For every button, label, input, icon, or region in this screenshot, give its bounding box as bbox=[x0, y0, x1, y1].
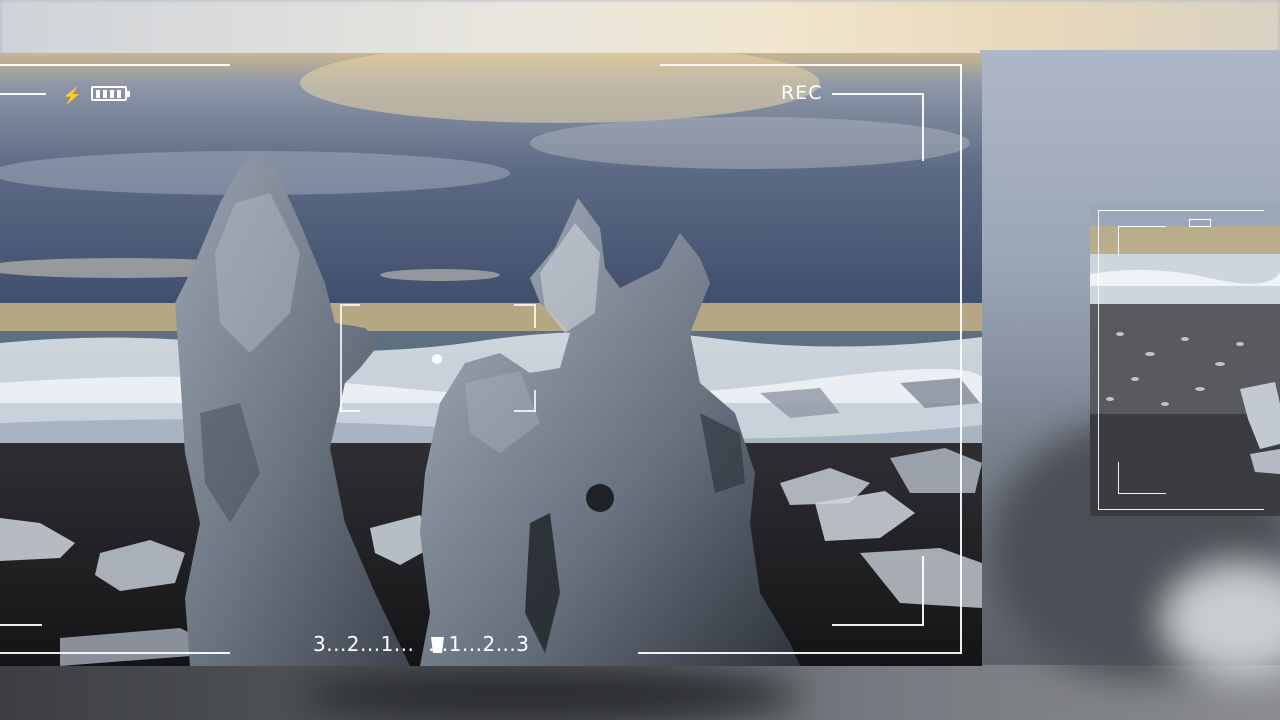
blur-shape bbox=[300, 665, 800, 720]
focus-point bbox=[432, 354, 442, 364]
corner-bracket bbox=[922, 93, 924, 161]
viewfinder-line bbox=[0, 652, 230, 654]
viewfinder-line bbox=[638, 652, 962, 654]
focus-frame bbox=[534, 304, 536, 328]
corner-bracket bbox=[1118, 226, 1119, 256]
viewfinder-line bbox=[1098, 509, 1264, 510]
rec-label: REC bbox=[781, 82, 823, 104]
shutter-icon bbox=[431, 637, 444, 653]
lightning-bolt-icon: ⚡ bbox=[62, 88, 82, 105]
main-photo-frame bbox=[0, 53, 982, 666]
ice-beach-photo bbox=[0, 53, 982, 666]
focus-frame bbox=[534, 390, 536, 412]
viewfinder-line bbox=[0, 93, 46, 95]
battery-icon bbox=[91, 86, 130, 101]
viewfinder-line bbox=[960, 64, 962, 654]
focus-frame bbox=[340, 410, 360, 412]
corner-bracket bbox=[922, 556, 924, 626]
battery-icon bbox=[1189, 219, 1211, 227]
corner-bracket bbox=[1118, 493, 1166, 494]
focus-frame bbox=[514, 304, 536, 306]
viewfinder-line bbox=[0, 624, 42, 626]
viewfinder-line bbox=[1098, 210, 1264, 211]
corner-bracket bbox=[1118, 462, 1119, 494]
viewfinder-line bbox=[0, 64, 230, 66]
focus-frame bbox=[340, 304, 360, 306]
viewfinder-line bbox=[1098, 210, 1099, 510]
focus-frame bbox=[514, 410, 536, 412]
corner-bracket bbox=[832, 624, 924, 626]
corner-bracket bbox=[832, 93, 924, 95]
corner-bracket bbox=[1118, 226, 1166, 227]
focus-frame bbox=[340, 304, 342, 412]
countdown-label: 3...2...1... ...1...2...3 bbox=[313, 632, 530, 656]
viewfinder-line bbox=[660, 64, 962, 66]
